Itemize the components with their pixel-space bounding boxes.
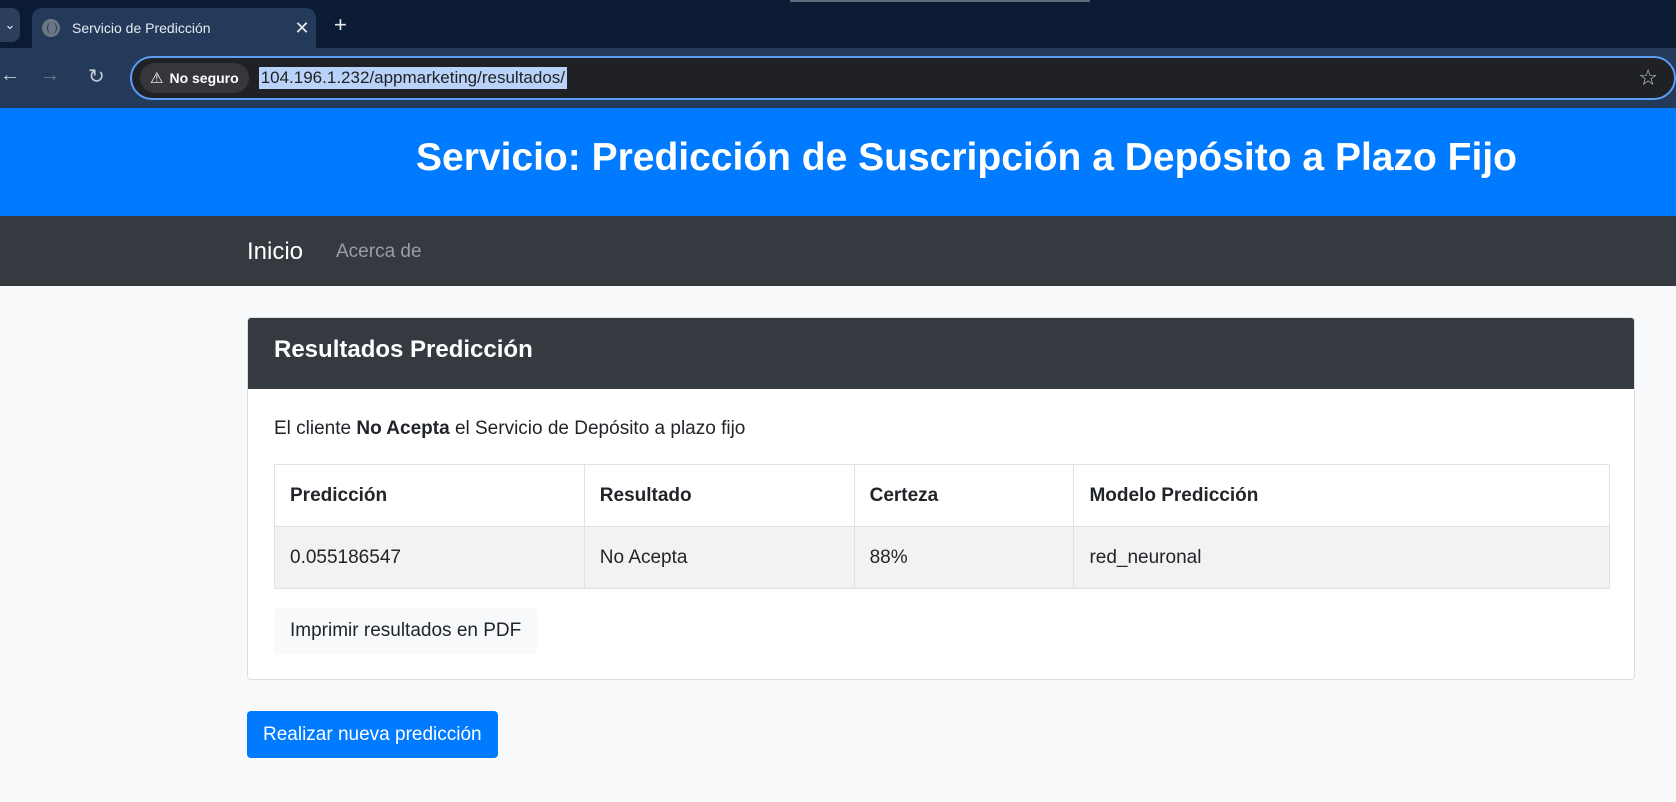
- globe-icon: [42, 19, 60, 37]
- page-title: Servicio: Predicción de Suscripción a De…: [416, 136, 1517, 179]
- security-label: No seguro: [169, 70, 239, 86]
- header-modelo: Modelo Predicción: [1073, 464, 1610, 527]
- nav-link-inicio[interactable]: Inicio: [247, 238, 303, 266]
- forward-button[interactable]: →: [40, 64, 60, 87]
- tab-title: Servicio de Predicción: [72, 20, 211, 36]
- security-indicator[interactable]: ⚠ No seguro: [140, 63, 249, 93]
- warning-icon: ⚠: [150, 70, 164, 87]
- result-message: El cliente No Acepta el Servicio de Depó…: [274, 418, 745, 440]
- print-pdf-button[interactable]: Imprimir resultados en PDF: [274, 608, 538, 654]
- new-prediction-button[interactable]: Realizar nueva predicción: [247, 711, 498, 758]
- cell-modelo: red_neuronal: [1073, 526, 1610, 589]
- browser-tab-bar: ⌄ Servicio de Predicción ✕ +: [0, 0, 1676, 48]
- header-resultado: Resultado: [583, 464, 855, 527]
- navbar: Inicio Acerca de: [0, 216, 1676, 286]
- cell-certeza: 88%: [853, 526, 1075, 589]
- card-title: Resultados Predicción: [274, 336, 533, 363]
- results-card: Resultados Predicción El cliente No Acep…: [247, 317, 1635, 680]
- close-icon[interactable]: ✕: [288, 18, 316, 39]
- arrow-right-icon: →: [40, 64, 60, 86]
- header-prediccion: Predicción: [274, 464, 585, 527]
- arrow-left-icon: ←: [0, 64, 20, 86]
- message-result: No Acepta: [356, 418, 450, 439]
- chevron-down-icon: ⌄: [4, 17, 16, 32]
- message-prefix: El cliente: [274, 418, 352, 439]
- browser-tab[interactable]: Servicio de Predicción ✕: [32, 8, 316, 48]
- table-row: 0.055186547 No Acepta 88% red_neuronal: [274, 526, 1610, 589]
- bookmark-star-icon[interactable]: ☆: [1638, 65, 1658, 91]
- new-tab-button[interactable]: +: [334, 12, 347, 38]
- results-table: Predicción Resultado Certeza Modelo Pred…: [274, 464, 1610, 589]
- url-text[interactable]: 104.196.1.232/appmarketing/resultados/: [258, 67, 568, 89]
- card-header: Resultados Predicción: [248, 318, 1634, 389]
- cell-prediccion: 0.055186547: [274, 526, 585, 589]
- address-bar[interactable]: ⚠ No seguro 104.196.1.232/appmarketing/r…: [130, 56, 1676, 100]
- tab-search-button[interactable]: ⌄: [0, 8, 20, 42]
- plus-icon: +: [334, 12, 347, 37]
- page-header: Servicio: Predicción de Suscripción a De…: [0, 108, 1676, 216]
- table-header-row: Predicción Resultado Certeza Modelo Pred…: [274, 464, 1610, 527]
- header-certeza: Certeza: [853, 464, 1075, 527]
- nav-link-acerca-de[interactable]: Acerca de: [336, 241, 422, 263]
- back-button[interactable]: ←: [0, 64, 20, 87]
- top-indicator: [790, 0, 1090, 2]
- cell-resultado: No Acepta: [583, 526, 855, 589]
- message-suffix: el Servicio de Depósito a plazo fijo: [454, 418, 746, 439]
- reload-button[interactable]: ↻: [88, 64, 105, 89]
- reload-icon: ↻: [88, 66, 105, 88]
